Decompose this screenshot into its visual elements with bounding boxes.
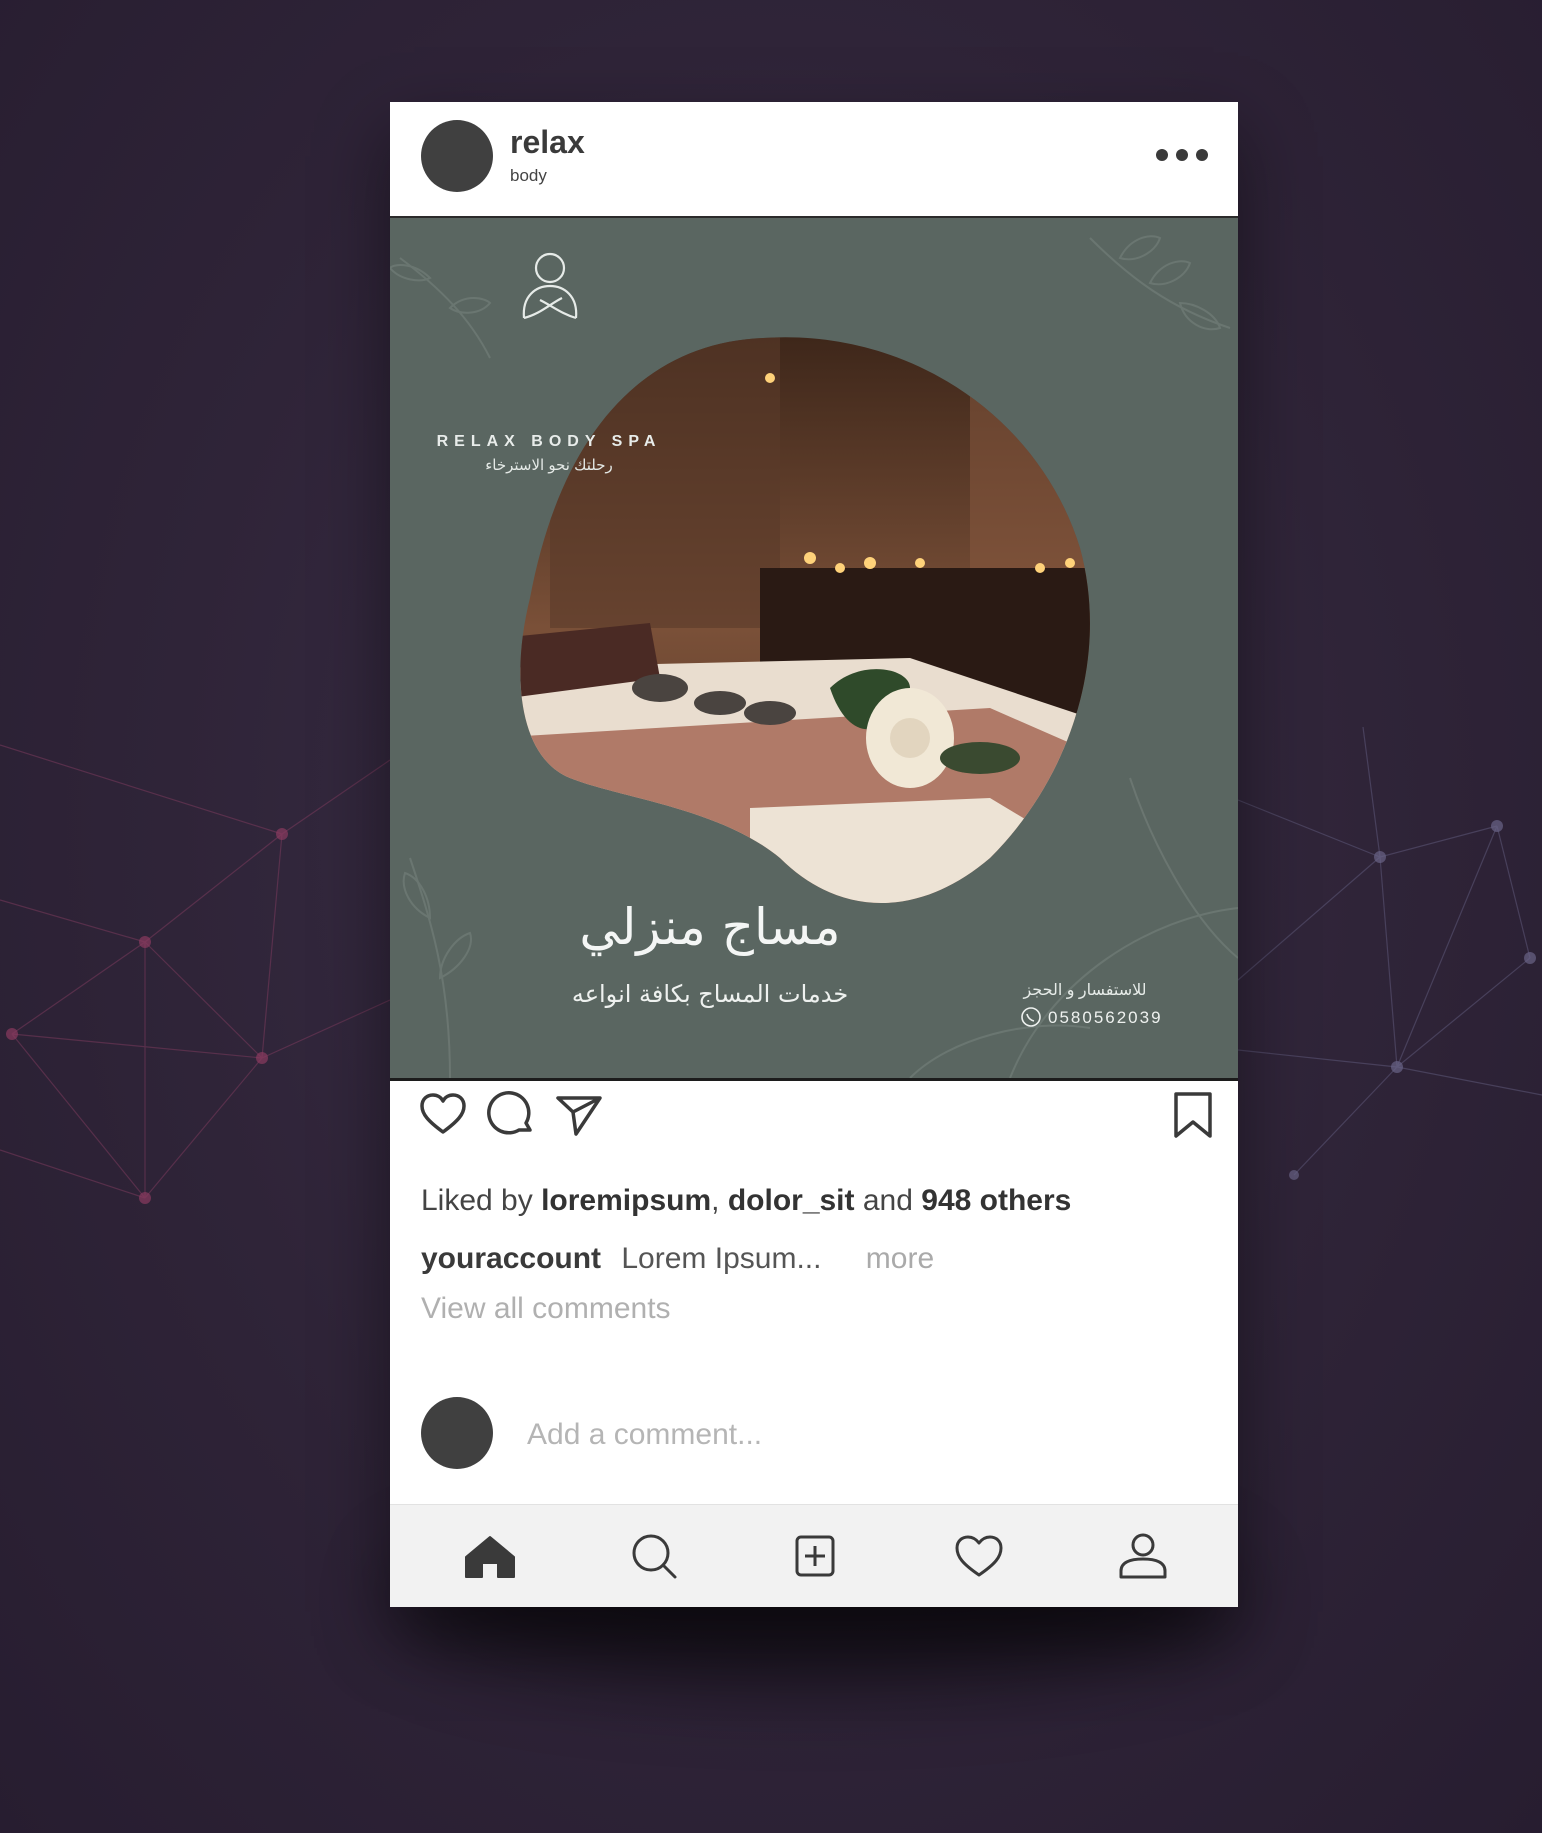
post-headline: مساج منزلي [579, 898, 841, 956]
likes-summary: Liked by loremipsum, dolor_sit and 948 o… [421, 1184, 1071, 1218]
heart-icon[interactable] [418, 1090, 468, 1140]
caption-account[interactable]: youraccount [421, 1242, 601, 1275]
home-icon[interactable] [462, 1531, 518, 1581]
likes-others[interactable]: 948 others [921, 1184, 1071, 1217]
add-post-icon[interactable] [787, 1531, 843, 1581]
contact-label: للاستفسار و الحجز [1023, 982, 1147, 999]
liker-2[interactable]: dolor_sit [728, 1184, 855, 1217]
liker-1[interactable]: loremipsum [541, 1184, 711, 1217]
likes-prefix: Liked by [421, 1184, 533, 1217]
profile-icon[interactable] [1115, 1531, 1171, 1581]
comment-icon[interactable] [486, 1090, 536, 1140]
send-icon[interactable] [554, 1090, 604, 1140]
caption-text: Lorem Ipsum... [621, 1242, 822, 1275]
bottom-navigation [390, 1504, 1238, 1607]
profile-username[interactable]: relax [510, 124, 585, 161]
post-actions [390, 1090, 1238, 1150]
profile-avatar[interactable] [421, 120, 493, 192]
whatsapp-icon [1022, 1009, 1040, 1027]
post-image[interactable]: RELAX BODY SPA رحلتك نحو الاسترخاء مساج … [390, 216, 1238, 1081]
phone-number: 0580562039 [1048, 1008, 1163, 1027]
view-all-comments-link[interactable]: View all comments [421, 1292, 671, 1326]
likes-conjunction: and [862, 1184, 913, 1217]
brand-tagline: رحلتك نحو الاسترخاء [485, 457, 613, 474]
caption-more-link[interactable]: more [866, 1242, 934, 1275]
post-caption: youraccount Lorem Ipsum... more [421, 1242, 934, 1276]
contact-phone: 0580562039 [1022, 1008, 1163, 1028]
more-dots-icon[interactable] [1156, 145, 1208, 165]
comment-avatar [421, 1397, 493, 1469]
add-comment-input[interactable] [525, 1412, 1129, 1458]
post-header: relax body [390, 102, 1238, 214]
profile-subtitle: body [510, 166, 547, 185]
brand-name: RELAX BODY SPA [436, 433, 662, 450]
post-subheadline: خدمات المساج بكافة انواعه [571, 980, 849, 1008]
activity-heart-icon[interactable] [951, 1531, 1007, 1581]
bookmark-icon[interactable] [1168, 1090, 1218, 1140]
likes-separator: , [711, 1184, 720, 1217]
post-card: relax body RELAX BODY SPA رحلتك نحو الاس… [390, 102, 1238, 1607]
search-icon[interactable] [627, 1531, 683, 1581]
